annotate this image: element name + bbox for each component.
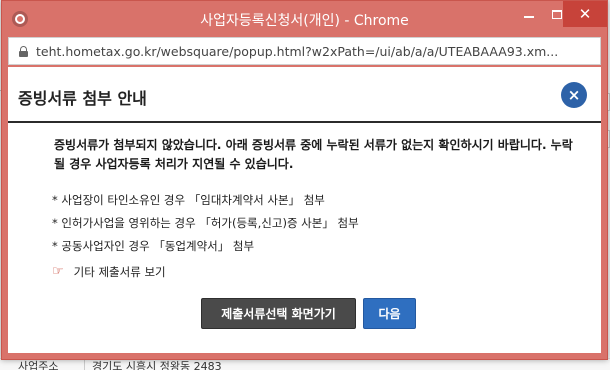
address-bar[interactable]: teht.hometax.go.kr/websquare/popup.html?… — [8, 37, 601, 65]
url-text: teht.hometax.go.kr/websquare/popup.html?… — [36, 43, 559, 59]
document-list: * 사업장이 타인소유인 경우 「임대차계약서 사본」 첨부 * 인허가사업을 … — [52, 191, 359, 283]
close-x-icon: × — [567, 85, 581, 104]
close-icon: ✕ — [578, 5, 592, 23]
popup-window: 사업자등록신청서(개인) - Chrome ✕ teht.hometax.go.… — [1, 0, 608, 360]
list-item: * 사업장이 타인소유인 경우 「임대차계약서 사본」 첨부 — [52, 193, 325, 207]
submit-documents-button[interactable]: 제출서류선택 화면가기 — [201, 298, 356, 329]
dialog-close-button[interactable]: × — [561, 82, 587, 108]
dialog-title: 증빙서류 첨부 안내 — [18, 89, 147, 108]
window-titlebar[interactable]: 사업자등록신청서(개인) - Chrome ✕ — [2, 1, 607, 37]
background-divider — [84, 359, 85, 370]
maximize-icon — [552, 9, 562, 19]
notice-text: 증빙서류가 첨부되지 않았습니다. 아래 증빙서류 중에 누락된 서류가 없는지… — [54, 138, 573, 171]
other-documents-label: 기타 제출서류 보기 — [73, 264, 166, 279]
window-close-button[interactable]: ✕ — [563, 1, 607, 27]
other-documents-link[interactable]: ☞ 기타 제출서류 보기 — [52, 260, 359, 283]
minimize-icon — [524, 16, 534, 18]
pointing-hand-icon: ☞ — [52, 263, 64, 279]
dialog-content: 증빙서류 첨부 안내 × 증빙서류가 첨부되지 않았습니다. 아래 증빙서류 중… — [8, 67, 601, 353]
lock-icon — [19, 45, 28, 57]
minimize-button[interactable] — [515, 1, 543, 27]
list-item: * 공동사업자인 경우 「동업계약서」 첨부 — [52, 239, 255, 253]
list-item: * 인허가사업을 영위하는 경우 「허가(등록,신고)증 사본」 첨부 — [52, 216, 359, 230]
dialog-header: 증빙서류 첨부 안내 × — [8, 67, 601, 123]
next-button[interactable]: 다음 — [363, 298, 416, 329]
